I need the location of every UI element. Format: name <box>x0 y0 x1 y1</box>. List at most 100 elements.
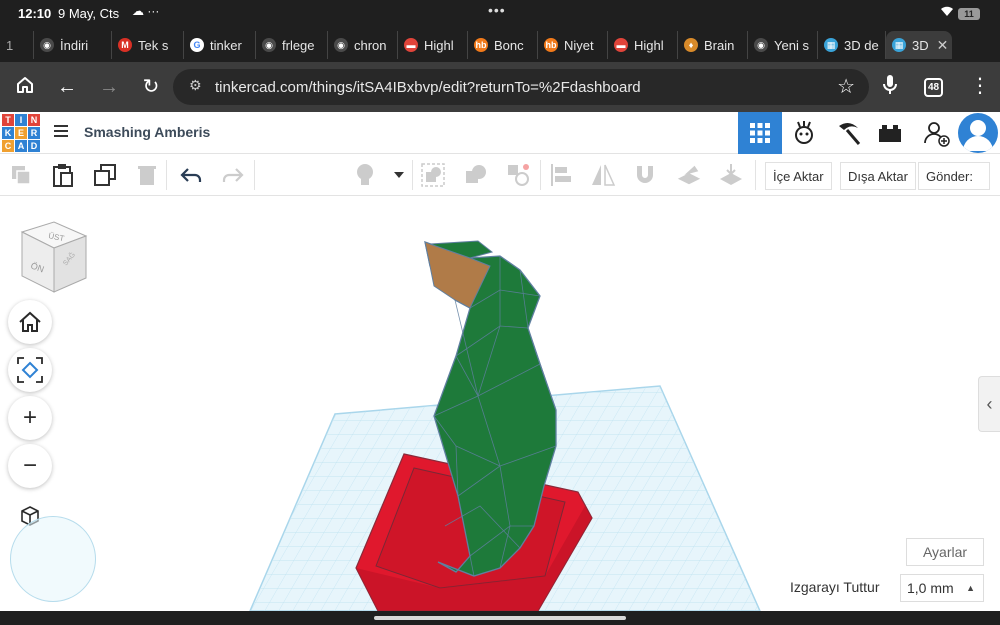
microphone-icon[interactable] <box>882 74 898 96</box>
browser-tab[interactable]: ◉ Yeni s <box>748 31 818 59</box>
shapes-panel-toggle[interactable]: ‹ <box>978 376 1000 432</box>
globe-icon: ◉ <box>262 38 276 52</box>
highlight-icon: ▬ <box>404 38 418 52</box>
copy-button[interactable] <box>8 162 34 188</box>
browser-tab-label: 3D de <box>844 37 879 53</box>
logo-letter: A <box>15 140 27 152</box>
sim-lab-icon <box>795 121 813 144</box>
browser-tab[interactable]: hb Niyet <box>538 31 608 59</box>
forward-arrow-icon[interactable]: → <box>97 75 121 99</box>
bookmark-star-icon[interactable]: ☆ <box>837 74 855 99</box>
site-settings-icon[interactable]: ⚙ <box>189 77 202 94</box>
fit-view-button[interactable] <box>8 348 52 392</box>
multitask-dots-icon[interactable]: ••• <box>488 2 506 18</box>
logo-letter: T <box>2 114 14 126</box>
system-home-bar <box>0 611 1000 625</box>
notes-button[interactable] <box>352 162 378 188</box>
tinkercad-header: TIN KER CAD Smashing Amberis <box>0 112 1000 154</box>
drop-button[interactable] <box>718 162 744 188</box>
redo-button[interactable] <box>220 162 246 188</box>
copy-icon <box>12 166 31 185</box>
zoom-in-button[interactable]: + <box>8 396 52 440</box>
browser-tab[interactable]: Gtinker <box>184 31 256 59</box>
add-user-icon <box>924 122 950 147</box>
group-icon <box>421 163 445 187</box>
3d-design-view-button[interactable] <box>738 112 782 154</box>
align-icon <box>551 164 571 186</box>
magnet-button[interactable] <box>632 162 658 188</box>
home-icon[interactable] <box>13 75 37 101</box>
browser-tab-label: Tek s <box>138 37 169 53</box>
touch-joystick[interactable] <box>10 516 96 602</box>
browser-tab[interactable]: ◉ İndiri <box>34 31 112 59</box>
more-menu-icon[interactable]: ⋮ <box>970 73 990 98</box>
back-arrow-icon[interactable]: ← <box>55 75 79 99</box>
settings-button[interactable]: Ayarlar <box>906 538 984 566</box>
gmail-icon: M <box>118 38 132 52</box>
browser-tab-label: Highl <box>424 37 454 53</box>
workplane-button[interactable] <box>676 162 702 188</box>
mirror-button[interactable] <box>590 162 616 188</box>
tinkercad-logo[interactable]: TIN KER CAD <box>2 114 40 152</box>
snap-grid-select[interactable]: 1,0 mm ▲ <box>900 574 984 602</box>
send-to-button[interactable]: Gönder: <box>918 162 990 190</box>
group-button[interactable] <box>420 162 446 188</box>
fit-view-icon <box>17 357 43 383</box>
pickaxe-icon <box>839 122 861 145</box>
lego-bricks-button[interactable] <box>868 112 912 154</box>
snap-grid-label: Izgarayı Tuttur <box>790 579 880 595</box>
wifi-icon <box>940 5 954 20</box>
close-tab-icon[interactable]: ✕ <box>937 37 949 54</box>
browser-tab[interactable]: ▬ Highl <box>608 31 678 59</box>
invite-user-button[interactable] <box>914 112 958 154</box>
bricks-view-button[interactable] <box>826 112 870 154</box>
import-button[interactable]: İçe Aktar <box>765 162 832 190</box>
workplane-canvas[interactable]: ÜST ÖN SAĞ + − ‹ Ayarlar Izgarayı Tuttur… <box>0 196 1000 611</box>
blocks-view-button[interactable] <box>782 112 826 154</box>
browser-tab[interactable]: ◉ frlege <box>256 31 328 59</box>
home-indicator[interactable] <box>374 616 626 620</box>
browser-tab-label: İndiri <box>60 37 89 53</box>
3d-scene[interactable] <box>0 196 1000 611</box>
omnibox[interactable]: ⚙ tinkercad.com/things/itSA4IBxbvp/edit?… <box>173 69 869 105</box>
delete-button[interactable] <box>134 162 160 188</box>
align-button[interactable] <box>548 162 574 188</box>
browser-tab[interactable]: ▦ 3D ✕ <box>886 31 952 59</box>
user-avatar[interactable] <box>958 113 998 153</box>
address-bar-row: ← → ↻ ⚙ tinkercad.com/things/itSA4IBxbvp… <box>0 62 1000 112</box>
view-cube[interactable]: ÜST ÖN SAĞ <box>18 218 90 296</box>
export-button[interactable]: Dışa Aktar <box>840 162 916 190</box>
browser-tab[interactable]: ♦ Brain <box>678 31 748 59</box>
status-date: 9 May, Cts <box>58 6 120 21</box>
design-menu-icon[interactable] <box>54 125 68 140</box>
reload-icon[interactable]: ↻ <box>139 75 163 99</box>
browser-tab-label: Yeni s <box>774 37 809 53</box>
paste-button[interactable] <box>50 162 76 188</box>
browser-tab[interactable]: ▬ Highl <box>398 31 468 59</box>
logo-letter: R <box>28 127 40 139</box>
logo-letter: I <box>15 114 27 126</box>
hb-icon: hb <box>544 38 558 52</box>
zoom-out-button[interactable]: − <box>8 444 52 488</box>
project-title[interactable]: Smashing Amberis <box>84 124 210 140</box>
browser-tab-label: Brain <box>704 37 735 53</box>
cruise-button[interactable] <box>505 162 531 188</box>
browser-tab-overflow[interactable]: 1 <box>0 31 34 59</box>
browser-tab[interactable]: hb Bonc <box>468 31 538 59</box>
ungroup-button[interactable] <box>463 162 489 188</box>
undo-button[interactable] <box>178 162 204 188</box>
browser-tab[interactable]: ◉ chron <box>328 31 398 59</box>
url-text[interactable]: tinkercad.com/things/itSA4IBxbvp/edit?re… <box>215 79 641 96</box>
duplicate-icon <box>94 164 116 186</box>
avatar-icon <box>963 120 993 151</box>
redo-icon <box>222 168 244 182</box>
home-view-button[interactable] <box>8 300 52 344</box>
magnet-icon <box>637 166 653 183</box>
plus-icon: + <box>22 404 37 431</box>
notes-dropdown[interactable] <box>386 162 412 188</box>
battery-icon: 11 <box>958 8 980 20</box>
browser-tab[interactable]: M Tek s <box>112 31 184 59</box>
duplicate-button[interactable] <box>92 162 118 188</box>
browser-tab[interactable]: ▦ 3D de <box>818 31 886 59</box>
tab-count-button[interactable]: 48 <box>924 78 943 97</box>
